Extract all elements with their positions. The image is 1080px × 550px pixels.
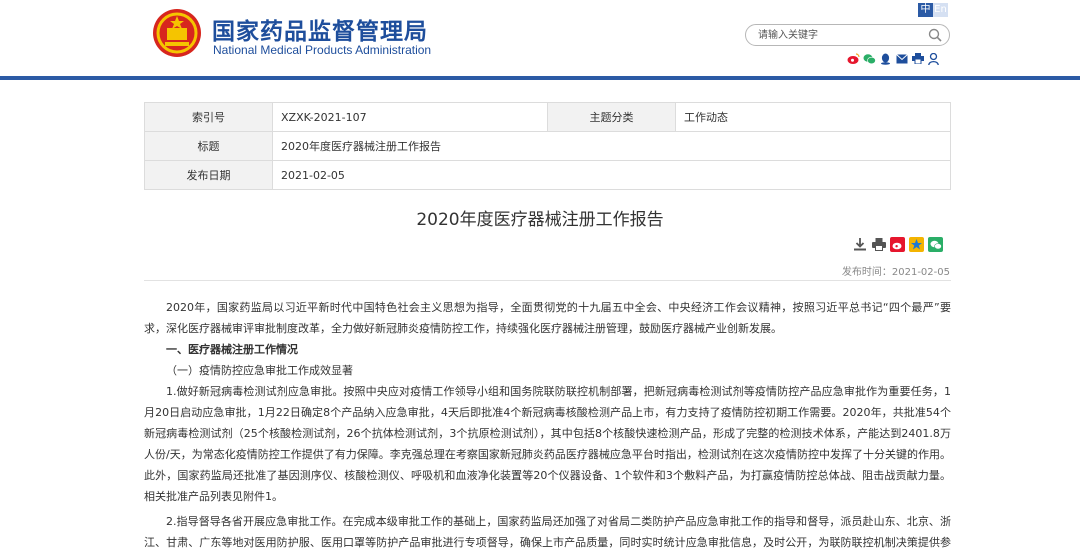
weibo-icon[interactable] bbox=[847, 52, 860, 65]
section-heading: 一、医疗器械注册工作情况 bbox=[166, 343, 298, 356]
publish-time: 发布时间：2021-02-05 bbox=[841, 267, 950, 278]
site-subtitle[interactable]: National Medical Products Administration bbox=[213, 43, 431, 57]
subsection-heading: （一）疫情防控应急审批工作成效显著 bbox=[166, 364, 353, 377]
download-icon[interactable] bbox=[852, 237, 867, 252]
article-title: 2020年度医疗器械注册工作报告 bbox=[416, 210, 664, 230]
search-box bbox=[745, 24, 950, 46]
article-body: 2020年，国家药监局以习近平新时代中国特色社会主义思想为指导，全面贯彻党的十九… bbox=[144, 297, 951, 550]
site-header: 国家药品监督管理局 National Medical Products Admi… bbox=[0, 0, 1080, 80]
date-label: 发布日期 bbox=[144, 160, 273, 190]
lang-zh-button[interactable]: 中 bbox=[918, 3, 933, 17]
lang-en-button[interactable]: En bbox=[933, 3, 948, 17]
paragraph: 1.做好新冠病毒检测试剂应急审批。按照中央应对疫情工作领导小组和国务院联防联控机… bbox=[144, 385, 951, 503]
index-value: XZXK-2021-107 bbox=[272, 102, 548, 132]
header-divider bbox=[0, 76, 1080, 80]
table-row: 索引号 XZXK-2021-107 主题分类 工作动态 bbox=[144, 102, 951, 132]
table-row: 标题 2020年度医疗器械注册工作报告 bbox=[144, 131, 951, 161]
wechat-icon[interactable] bbox=[863, 52, 876, 65]
category-value: 工作动态 bbox=[675, 102, 951, 132]
search-input[interactable] bbox=[758, 27, 928, 43]
table-row: 发布日期 2021-02-05 bbox=[144, 160, 951, 190]
print-icon[interactable] bbox=[911, 52, 924, 65]
share-toolbar bbox=[847, 52, 940, 65]
content-divider bbox=[144, 280, 951, 281]
date-value: 2021-02-05 bbox=[272, 160, 951, 190]
index-label: 索引号 bbox=[144, 102, 273, 132]
mail-icon[interactable] bbox=[895, 52, 908, 65]
qzone-share-icon[interactable] bbox=[909, 237, 924, 252]
site-title[interactable]: 国家药品监督管理局 bbox=[212, 12, 428, 46]
wechat-share-icon[interactable] bbox=[928, 237, 943, 252]
paragraph: 2020年，国家药监局以习近平新时代中国特色社会主义思想为指导，全面贯彻党的十九… bbox=[144, 301, 951, 335]
qq-icon[interactable] bbox=[879, 52, 892, 65]
search-icon[interactable] bbox=[928, 28, 942, 42]
language-switch: 中 En bbox=[918, 3, 948, 17]
national-emblem-icon[interactable] bbox=[152, 8, 202, 58]
weibo-share-icon[interactable] bbox=[890, 237, 905, 252]
document-info-table: 索引号 XZXK-2021-107 主题分类 工作动态 标题 2020年度医疗器… bbox=[144, 102, 951, 190]
category-label: 主题分类 bbox=[547, 102, 676, 132]
print-icon[interactable] bbox=[871, 237, 886, 252]
title-label: 标题 bbox=[144, 131, 273, 161]
article-toolbar bbox=[852, 237, 943, 252]
title-value: 2020年度医疗器械注册工作报告 bbox=[272, 131, 951, 161]
paragraph: 2.指导督导各省开展应急审批工作。在完成本级审批工作的基础上，国家药监局还加强了… bbox=[144, 515, 951, 549]
user-icon[interactable] bbox=[927, 52, 940, 65]
